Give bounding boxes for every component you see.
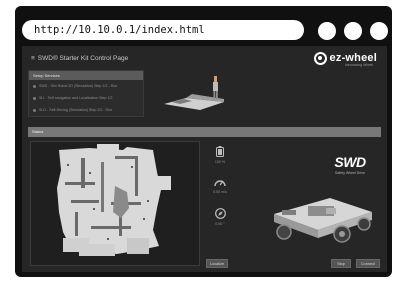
system-list: Setup Services SWD - Sim Robot 2D (Simul… (28, 70, 144, 117)
page-title: ≡ SWD® Starter Kit Control Page (31, 55, 128, 62)
swd-logo-text: SWD (334, 154, 366, 170)
hamburger-icon[interactable]: ≡ (31, 55, 35, 62)
heading-value: 0.00 ° (215, 222, 225, 226)
speed-value: 0.00 m/s (213, 190, 227, 194)
bullet-icon (33, 84, 36, 88)
address-bar[interactable]: http://10.10.0.1/index.html (22, 20, 304, 40)
speedometer-icon (214, 180, 226, 187)
ez-wheel-logo-icon (313, 51, 327, 65)
battery-metric: 100 % (208, 146, 232, 177)
window-button-minimize[interactable] (318, 22, 336, 40)
bullet-icon (33, 108, 36, 112)
compass-icon (214, 208, 226, 219)
occupancy-map[interactable] (30, 141, 200, 266)
occupancy-map-canvas (31, 142, 199, 265)
status-header: Status (28, 127, 381, 137)
robot-3d-model (274, 198, 372, 243)
brand-tagline: Introducing Wheel (344, 63, 373, 67)
window-button-close[interactable] (370, 22, 388, 40)
bullet-icon (33, 96, 36, 100)
heading-metric: 0.00 ° (208, 208, 232, 239)
page-title-text: SWD® Starter Kit Control Page (37, 55, 129, 62)
robot-3d-preview (164, 76, 224, 110)
window-button-maximize[interactable] (344, 22, 362, 40)
system-list-item[interactable]: SWD - Sim Robot 2D (Simulation) Step 1/2… (29, 80, 143, 92)
battery-icon (216, 146, 224, 157)
swd-logo: SWD Safety Wheel Drive (330, 154, 370, 175)
swd-logo-subtitle: Safety Wheel Drive (335, 171, 365, 175)
system-list-item[interactable]: SLD - Self-Driving (Simulation) Step 2/2… (29, 104, 143, 116)
system-list-header: Setup Services (29, 71, 143, 80)
stop-button[interactable]: Stop (331, 259, 351, 268)
connect-button[interactable]: Connect (356, 259, 380, 268)
localize-button[interactable]: Localize (206, 259, 228, 268)
battery-value: 100 % (214, 160, 226, 164)
metrics-panel: 100 % 0.00 m/s 0.00 ° (208, 146, 232, 239)
system-list-item[interactable]: SLI - Self navigation and Localization S… (29, 92, 143, 104)
web-page: ≡ SWD® Starter Kit Control Page ez-wheel … (22, 46, 387, 272)
speed-metric: 0.00 m/s (208, 177, 232, 208)
